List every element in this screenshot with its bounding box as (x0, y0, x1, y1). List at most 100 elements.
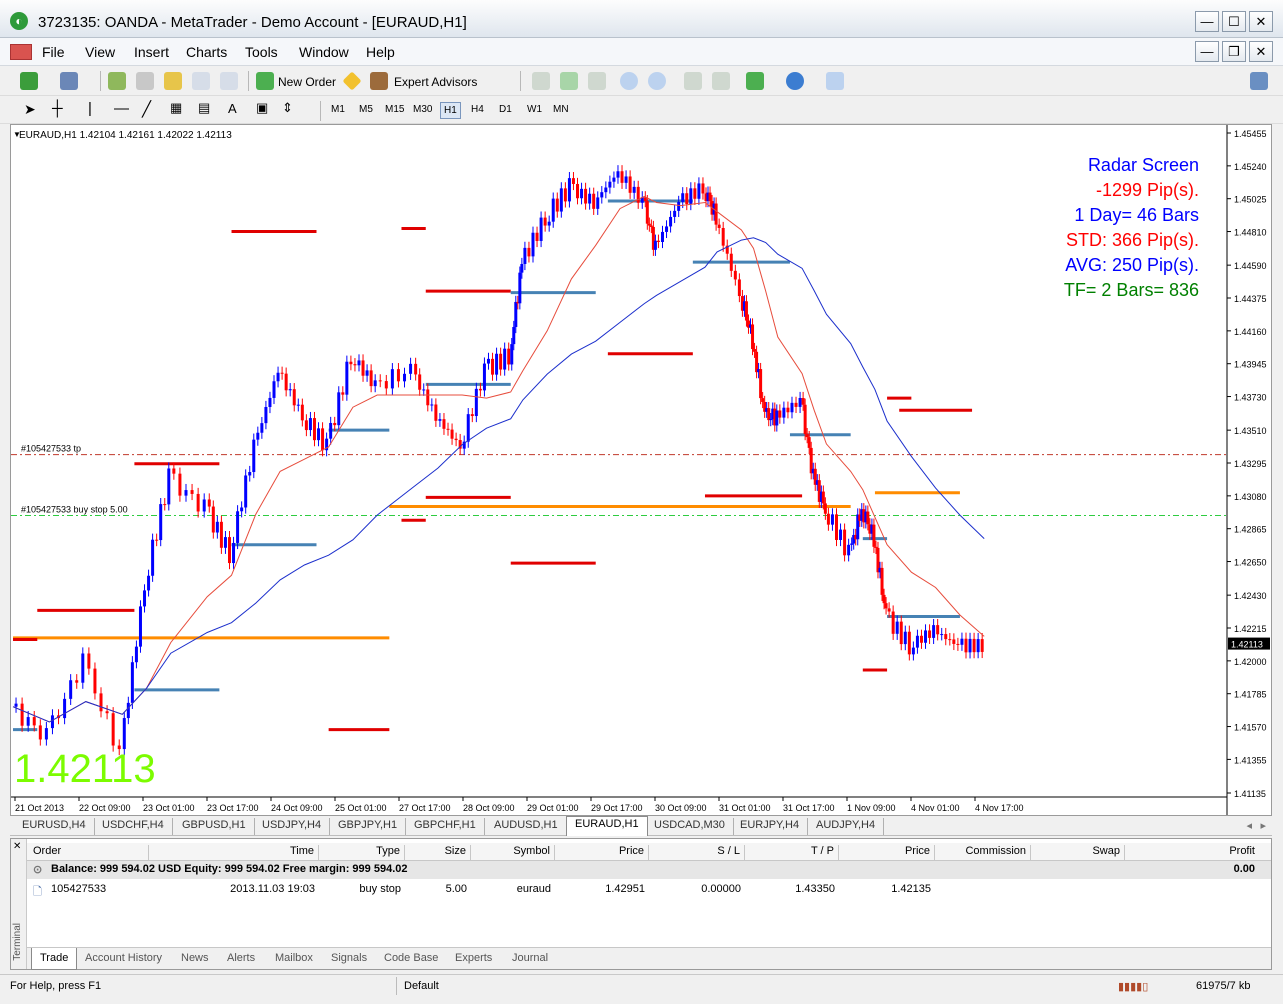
new-chart-icon[interactable] (20, 72, 38, 90)
candle-body (882, 594, 886, 604)
arrows-icon[interactable]: ⇕ (282, 100, 293, 116)
child-restore-button[interactable]: ❐ (1222, 41, 1246, 62)
terminal-close-icon[interactable]: ✕ (13, 841, 21, 852)
symbol-tab[interactable]: USDCAD,M30 (646, 818, 734, 835)
child-close-button[interactable]: ✕ (1249, 41, 1273, 62)
timeframe-m30[interactable]: M30 (410, 102, 435, 117)
menu-charts[interactable]: Charts (186, 44, 227, 60)
menu-help[interactable]: Help (366, 44, 395, 60)
templates-icon[interactable] (826, 72, 844, 90)
tab-alerts[interactable]: Alerts (227, 952, 255, 964)
minimize-button[interactable]: — (1195, 11, 1219, 32)
expert-advisors-button[interactable]: Expert Advisors (394, 75, 477, 89)
tab-news[interactable]: News (181, 952, 209, 964)
expert-advisors-icon[interactable] (370, 72, 388, 90)
child-minimize-button[interactable]: — (1195, 41, 1219, 62)
tab-scroll-left-icon[interactable]: ◂ (1246, 819, 1252, 832)
col-profit[interactable]: Profit (1125, 845, 1271, 861)
candle-body (361, 360, 365, 376)
col-size[interactable]: Size (405, 845, 471, 861)
indicators-icon[interactable] (746, 72, 764, 90)
crosshair-icon[interactable]: ┼ (52, 100, 63, 117)
symbol-tab[interactable]: AUDJPY,H4 (808, 818, 885, 835)
cursor-icon[interactable]: ➤ (24, 101, 36, 118)
equidistant-channel-icon[interactable]: ▦ (170, 100, 182, 116)
market-watch-icon[interactable] (108, 72, 126, 90)
text-tool[interactable]: A (228, 101, 237, 116)
chart-window-icon[interactable] (10, 44, 32, 60)
timeframe-h4[interactable]: H4 (468, 102, 487, 117)
symbol-tab[interactable]: EURJPY,H4 (732, 818, 809, 835)
table-row[interactable]: 🗋 105427533 2013.11.03 19:03 buy stop 5.… (27, 881, 1271, 899)
chart-window[interactable]: 1.45455 1.45240 1.45025 1.44810 1.44590 1.443… (10, 124, 1272, 816)
symbol-tab[interactable]: AUDUSD,H1 (486, 818, 567, 835)
chart-shift-icon[interactable] (712, 72, 730, 90)
chat-icon[interactable] (1250, 72, 1268, 90)
tab-scroll-right-icon[interactable]: ▸ (1260, 819, 1266, 832)
timeframe-mn[interactable]: MN (550, 102, 572, 117)
timeframe-h1[interactable]: H1 (440, 102, 461, 119)
tab-experts[interactable]: Experts (455, 952, 492, 964)
metaeditor-icon[interactable] (342, 71, 362, 91)
tab-code-base[interactable]: Code Base (384, 952, 438, 964)
tab-account-history[interactable]: Account History (85, 952, 162, 964)
menu-insert[interactable]: Insert (134, 44, 169, 60)
line-chart-icon[interactable] (588, 72, 606, 90)
autoscroll-icon[interactable] (684, 72, 702, 90)
candle-body (337, 392, 341, 426)
new-order-icon[interactable] (256, 72, 274, 90)
symbol-tab[interactable]: EURUSD,H4 (14, 818, 95, 835)
col-commission[interactable]: Commission (935, 845, 1031, 861)
tab-journal[interactable]: Journal (512, 952, 548, 964)
terminal-icon[interactable] (192, 72, 210, 90)
col-tp[interactable]: T / P (745, 845, 839, 861)
tab-trade[interactable]: Trade (31, 948, 78, 970)
col-type[interactable]: Type (319, 845, 405, 861)
menu-window[interactable]: Window (299, 44, 349, 60)
zoom-out-icon[interactable] (648, 72, 666, 90)
col-price[interactable]: Price (555, 845, 649, 861)
new-order-button[interactable]: New Order (278, 75, 336, 89)
menu-tools[interactable]: Tools (245, 44, 278, 60)
col-current-price[interactable]: Price (839, 845, 935, 861)
symbol-tab[interactable]: GBPCHF,H1 (406, 818, 485, 835)
profiles-icon[interactable] (60, 72, 78, 90)
trendline-icon[interactable]: ╱ (142, 100, 151, 118)
tab-mailbox[interactable]: Mailbox (275, 952, 313, 964)
fibonacci-icon[interactable]: ▤ (198, 100, 210, 116)
symbol-tab[interactable]: USDCHF,H4 (94, 818, 173, 835)
symbol-tab-active[interactable]: EURAUD,H1 (566, 816, 648, 836)
strategy-tester-icon[interactable] (220, 72, 238, 90)
balance-row[interactable]: ⊙ Balance: 999 594.02 USD Equity: 999 59… (27, 861, 1271, 879)
candle-body (847, 544, 851, 556)
col-symbol[interactable]: Symbol (471, 845, 555, 861)
data-window-icon[interactable] (164, 72, 182, 90)
periods-icon[interactable] (786, 72, 804, 90)
close-button[interactable]: ✕ (1249, 11, 1273, 32)
menu-view[interactable]: View (85, 44, 115, 60)
zoom-in-icon[interactable] (620, 72, 638, 90)
col-swap[interactable]: Swap (1031, 845, 1125, 861)
vertical-line-icon[interactable]: | (88, 100, 92, 117)
col-order[interactable]: Order (33, 845, 149, 861)
timeframe-m15[interactable]: M15 (382, 102, 407, 117)
symbol-tab[interactable]: USDJPY,H4 (254, 818, 331, 835)
col-time[interactable]: Time (149, 845, 319, 861)
timeframe-w1[interactable]: W1 (524, 102, 545, 117)
timeframe-m1[interactable]: M1 (328, 102, 348, 117)
timeframe-m5[interactable]: M5 (356, 102, 376, 117)
menu-file[interactable]: File (42, 44, 65, 60)
symbol-tab[interactable]: GBPUSD,H1 (174, 818, 255, 835)
bar-chart-icon[interactable] (532, 72, 550, 90)
candle-body (632, 186, 636, 193)
tab-signals[interactable]: Signals (331, 952, 367, 964)
timeframe-d1[interactable]: D1 (496, 102, 515, 117)
maximize-button[interactable]: ☐ (1222, 11, 1246, 32)
symbol-tab[interactable]: GBPJPY,H1 (330, 818, 407, 835)
navigator-icon[interactable] (136, 72, 154, 90)
col-sl[interactable]: S / L (649, 845, 745, 861)
candle-body (660, 231, 664, 242)
text-label-icon[interactable]: ▣ (256, 100, 268, 116)
horizontal-line-icon[interactable]: — (114, 100, 129, 117)
candlestick-icon[interactable] (560, 72, 578, 90)
